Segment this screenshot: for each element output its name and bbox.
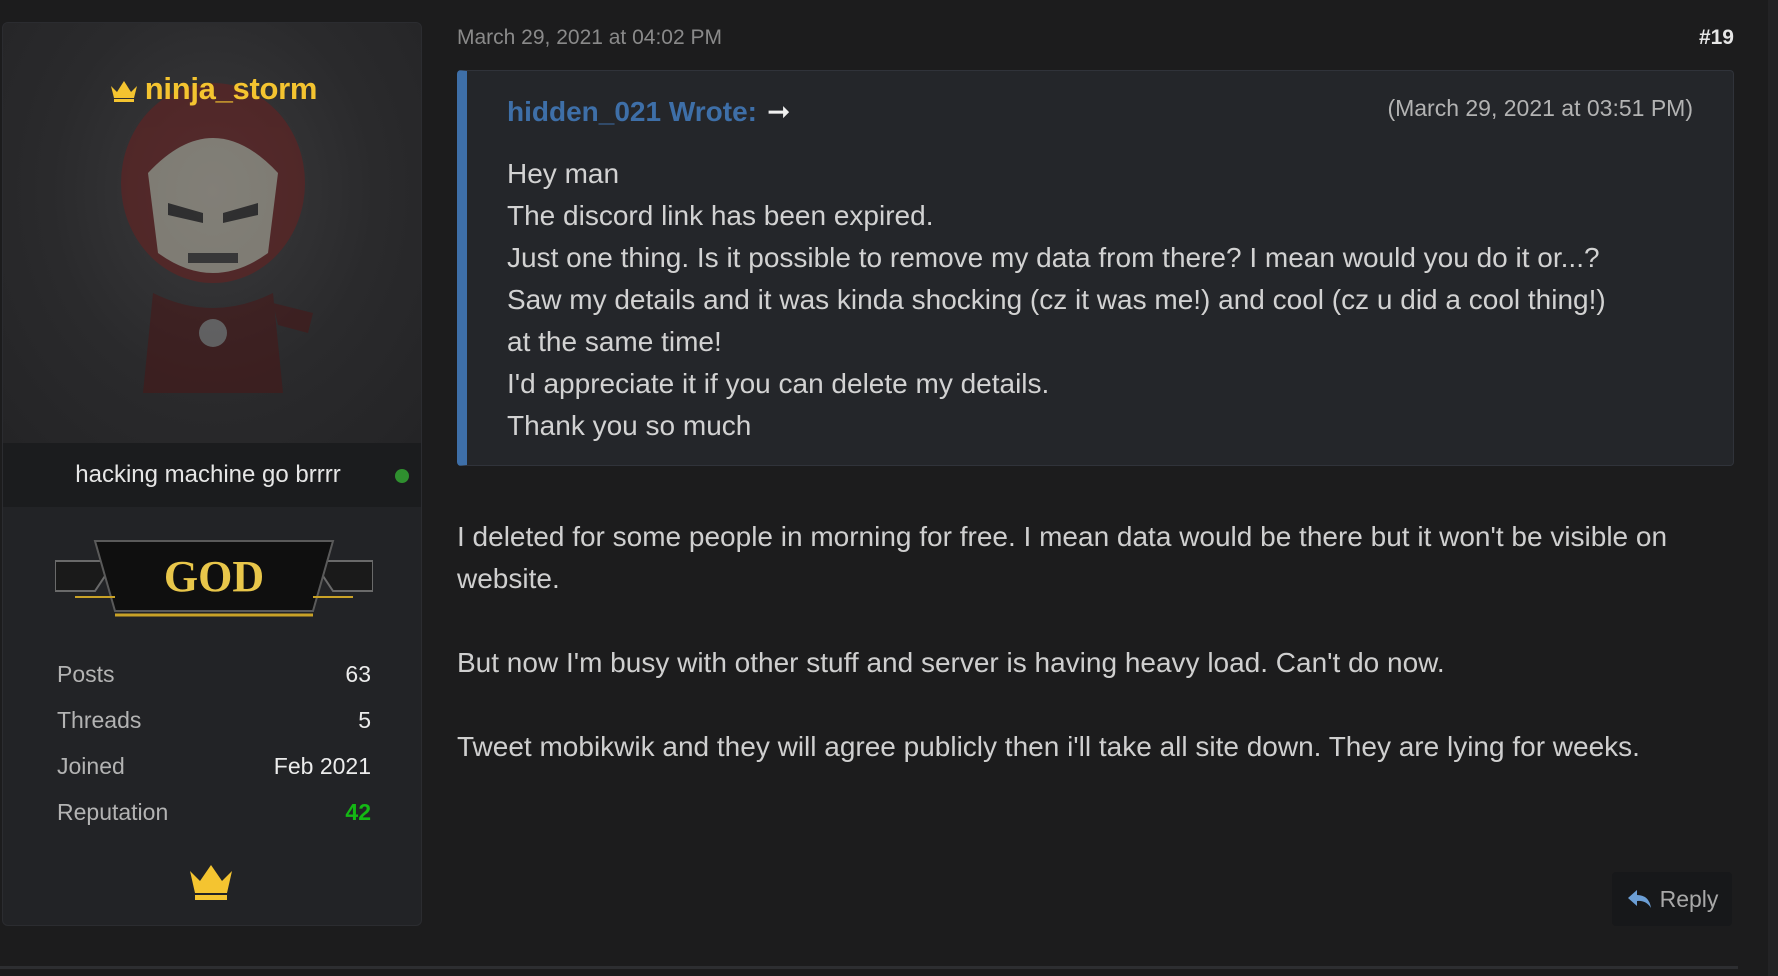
reply-label: Reply — [1659, 885, 1719, 912]
rank-badge-text: GOD — [164, 552, 264, 601]
user-panel: ninja_storm hacking machine go brrrr GOD… — [2, 22, 422, 926]
stat-posts: Posts 63 — [57, 651, 371, 697]
stat-value[interactable]: 42 — [345, 799, 371, 826]
quote-line: Hey man — [507, 158, 620, 189]
quote-line: at the same time! — [507, 326, 722, 357]
post-date: March 29, 2021 at 04:02 PM — [457, 26, 722, 49]
user-stats: Posts 63 Threads 5 Joined Feb 2021 Reput… — [57, 651, 371, 835]
rank-badge: GOD — [55, 540, 373, 617]
quote-body: Hey man The discord link has been expire… — [507, 153, 1707, 447]
quote-line: Saw my details and it was kinda shocking… — [507, 284, 1606, 315]
user-title: hacking machine go brrrr — [75, 461, 341, 488]
username-text: ninja_storm — [144, 71, 318, 106]
post-message-paragraph: Tweet mobikwik and they will agree publi… — [457, 731, 1640, 762]
quote-date: (March 29, 2021 at 03:51 PM) — [1387, 95, 1693, 121]
reply-icon — [1627, 890, 1651, 908]
forum-post: ninja_storm hacking machine go brrrr GOD… — [0, 0, 1778, 976]
stat-label: Threads — [57, 706, 142, 733]
post-message-paragraph: I deleted for some people in morning for… — [457, 521, 1668, 594]
crown-icon — [110, 81, 137, 102]
stat-joined: Joined Feb 2021 — [57, 743, 371, 789]
username[interactable]: ninja_storm — [3, 71, 421, 107]
stat-value[interactable]: 63 — [345, 661, 371, 688]
quote-line: Thank you so much — [507, 410, 752, 441]
post-message-paragraph: But now I'm busy with other stuff and se… — [457, 647, 1445, 678]
quote-author-text[interactable]: hidden_021 Wrote: — [507, 96, 757, 127]
avatar-image — [121, 83, 313, 393]
post-divider — [0, 966, 1738, 969]
quote-line: The discord link has been expired. — [507, 200, 934, 231]
usertitle-bar: hacking machine go brrrr — [3, 443, 421, 507]
crown-icon — [190, 865, 232, 900]
stat-label: Reputation — [57, 798, 169, 825]
quote-line: I'd appreciate it if you can delete my d… — [507, 368, 1050, 399]
quote-line: Just one thing. Is it possible to remove… — [507, 242, 1600, 273]
stat-label: Posts — [57, 660, 115, 687]
online-status-dot — [395, 469, 409, 483]
arrow-right-icon[interactable]: ➞ — [767, 95, 790, 128]
stat-value: Feb 2021 — [273, 752, 371, 779]
scrollbar-track[interactable] — [1768, 0, 1778, 976]
post-number-link[interactable]: #19 — [1699, 26, 1734, 50]
stat-reputation: Reputation 42 — [57, 789, 371, 835]
stat-label: Joined — [57, 752, 125, 779]
stat-threads: Threads 5 — [57, 697, 371, 743]
quote-block: hidden_021 Wrote: ➞ (March 29, 2021 at 03… — [457, 70, 1734, 466]
avatar[interactable]: ninja_storm — [3, 23, 421, 443]
stat-value[interactable]: 5 — [358, 707, 371, 734]
quote-author[interactable]: hidden_021 Wrote: ➞ — [507, 95, 790, 128]
reply-button[interactable]: Reply — [1612, 872, 1732, 926]
